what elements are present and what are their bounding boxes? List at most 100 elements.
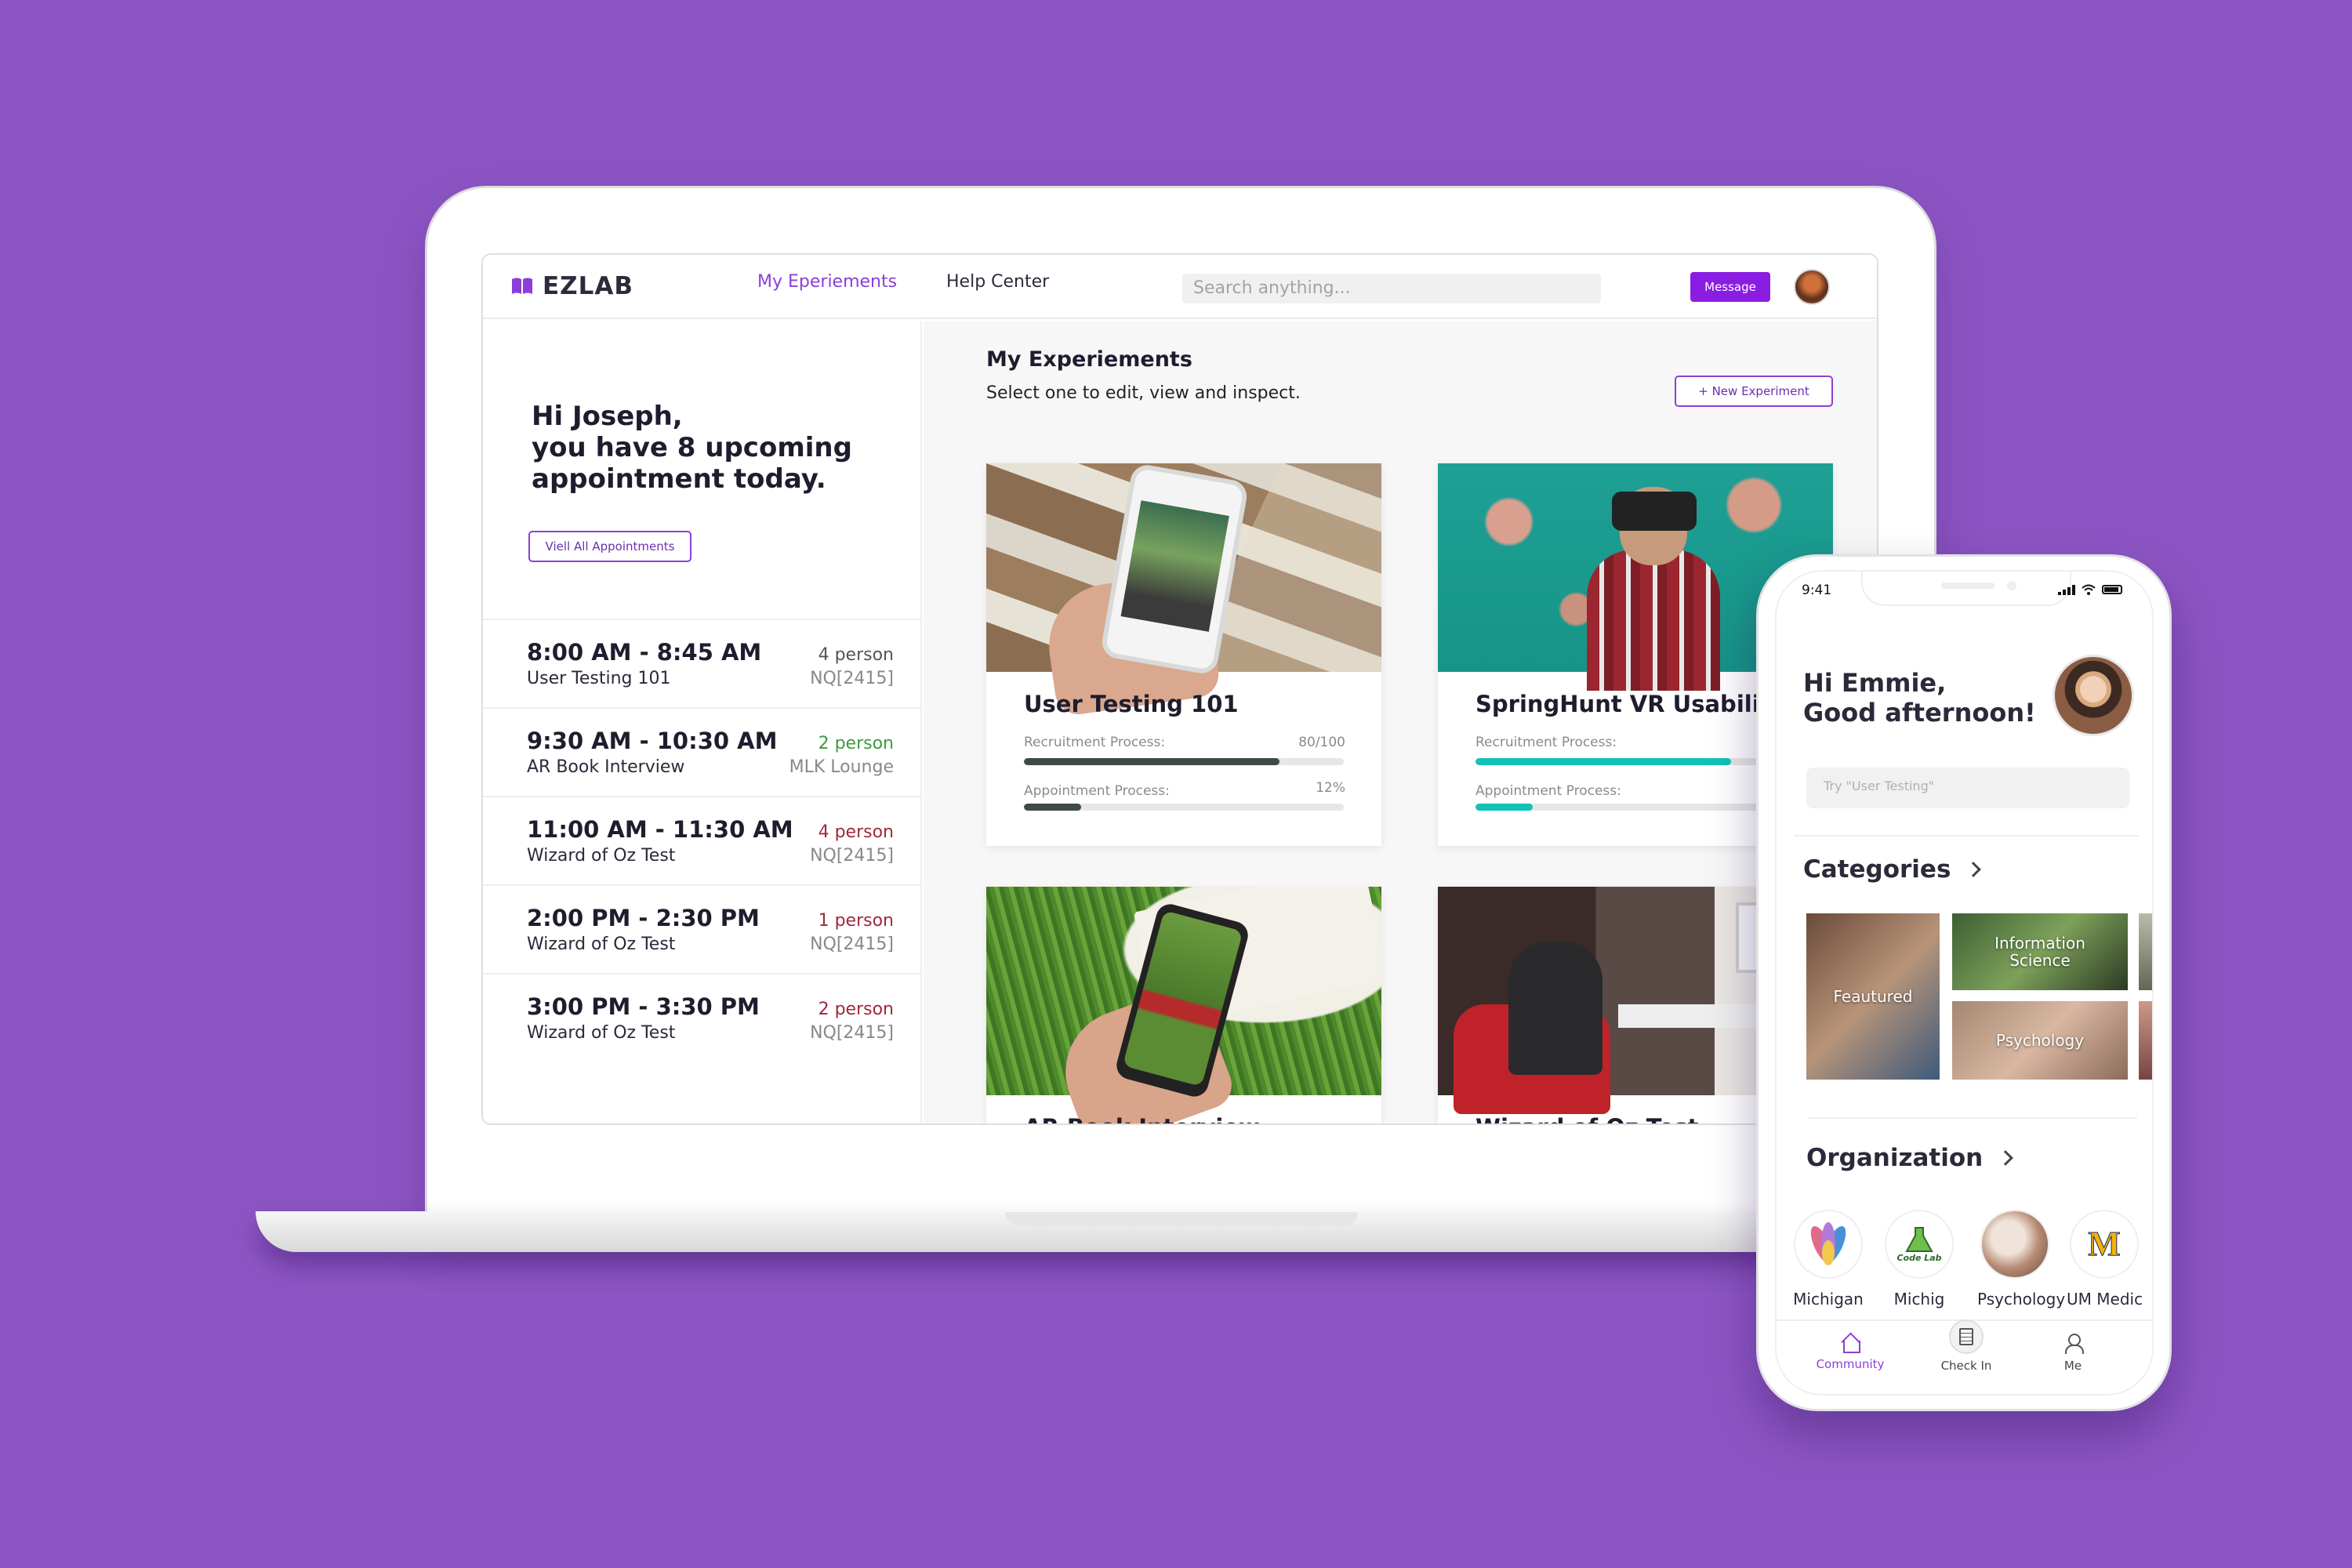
appointment-item[interactable]: 3:00 PM - 3:30 PM Wizard of Oz Test 2 pe… [483, 973, 922, 1062]
appointment-location: MLK Lounge [789, 757, 894, 777]
top-navigation: EZLAB My Eperiements Help Center Search … [483, 255, 1877, 319]
recruitment-progress [1475, 758, 1795, 765]
appointment-name: Wizard of Oz Test [527, 846, 676, 866]
category-tile[interactable] [2139, 1001, 2152, 1080]
michigan-m-logo: M [2088, 1225, 2122, 1263]
organization-item[interactable]: M UM Medic [2067, 1210, 2143, 1308]
appointment-location: NQ[2415] [810, 846, 894, 866]
appointment-location: NQ[2415] [810, 935, 894, 954]
tab-me[interactable]: Me [2026, 1334, 2120, 1373]
tab-community[interactable]: Community [1803, 1334, 1897, 1371]
greeting: Hi Joseph, you have 8 upcoming appointme… [532, 401, 892, 495]
appointment-label: Appointment Process: [1024, 783, 1170, 799]
organization-logo [1980, 1210, 2049, 1279]
signal-icon [2058, 584, 2075, 595]
category-label: Feautured [1833, 987, 1913, 1006]
page-subtitle: Select one to edit, view and inspect. [986, 383, 1301, 403]
organization-logo [1794, 1210, 1863, 1279]
appointment-count: 2 person [818, 734, 894, 753]
appointment-value: 12% [1316, 780, 1345, 796]
logo[interactable]: EZLAB [511, 272, 633, 300]
code-lab-logo-text: Code Lab [1896, 1252, 1942, 1263]
phone-notch [1861, 572, 2071, 606]
organization-logo: Code Lab [1885, 1210, 1954, 1279]
category-tile[interactable]: Psychology [1952, 1001, 2128, 1080]
experiment-title: User Testing 101 [1024, 691, 1239, 717]
nav-my-experiments[interactable]: My Eperiements [757, 272, 897, 292]
appointment-item[interactable]: 11:00 AM - 11:30 AM Wizard of Oz Test 4 … [483, 796, 922, 884]
appointment-time: 9:30 AM - 10:30 AM [527, 728, 778, 754]
appointment-item[interactable]: 2:00 PM - 2:30 PM Wizard of Oz Test 1 pe… [483, 884, 922, 973]
avatar[interactable] [2053, 655, 2134, 736]
recruitment-value: 80/100 [1298, 735, 1345, 750]
new-experiment-button[interactable]: + New Experiment [1675, 376, 1833, 407]
appointment-item[interactable]: 9:30 AM - 10:30 AM AR Book Interview 2 p… [483, 707, 922, 796]
category-label: Psychology [1995, 1031, 2085, 1050]
appointment-progress [1475, 804, 1795, 811]
appointment-count: 4 person [818, 645, 894, 665]
recruitment-progress [1024, 758, 1344, 765]
experiments-area: My Experiements Select one to edit, view… [924, 321, 1877, 1123]
chevron-right-icon [1998, 1150, 2014, 1166]
experiment-card[interactable]: User Testing 101 Recruitment Process: 80… [986, 463, 1381, 846]
divider [1808, 1117, 2137, 1119]
organization-item[interactable]: Psychology [1977, 1210, 2066, 1308]
experiment-card[interactable]: AR Book Interview [986, 887, 1381, 1123]
view-all-appointments-button[interactable]: Viell All Appointments [528, 531, 691, 562]
appointment-count: 4 person [818, 822, 894, 842]
chevron-right-icon [1965, 862, 1982, 877]
organization-name: Psychology [1977, 1290, 2066, 1308]
logo-text: EZLAB [543, 272, 634, 300]
status-icons [2058, 584, 2122, 595]
tab-check-in[interactable]: Check In [1919, 1319, 2013, 1373]
battery-icon [2102, 585, 2122, 594]
greeting-text: Hi Joseph, you have 8 upcoming appointme… [532, 401, 852, 495]
tab-bar: Community Check In Me [1777, 1319, 2152, 1394]
category-tile[interactable] [2139, 913, 2152, 990]
category-label: Information Science [1994, 934, 2085, 970]
phone-screen: 9:41 Hi Emmie, Good afternoon! Try "User… [1775, 570, 2154, 1396]
category-tile[interactable]: Information Science [1952, 913, 2128, 990]
appointment-progress-fill [1475, 804, 1534, 811]
appointment-time: 3:00 PM - 3:30 PM [527, 993, 760, 1020]
recruitment-progress-fill [1024, 758, 1280, 765]
tab-label: Me [2063, 1359, 2082, 1373]
nav-help-center[interactable]: Help Center [946, 272, 1049, 292]
laptop-notch [1005, 1212, 1358, 1226]
appointment-name: User Testing 101 [527, 669, 671, 688]
flask-icon [1905, 1226, 1933, 1252]
organization-item[interactable]: Code Lab Michig [1882, 1210, 1957, 1308]
appointment-time: 11:00 AM - 11:30 AM [527, 816, 793, 843]
appointment-count: 2 person [818, 1000, 894, 1019]
appointment-time: 2:00 PM - 2:30 PM [527, 905, 760, 931]
person-icon [2064, 1334, 2084, 1354]
tab-label: Check In [1940, 1359, 1992, 1373]
appointment-progress [1024, 804, 1344, 811]
petal-logo-icon [1810, 1222, 1846, 1265]
organization-item[interactable]: Michigan [1791, 1210, 1866, 1308]
status-time: 9:41 [1802, 583, 1832, 598]
organization-name: UM Medic [2067, 1290, 2143, 1308]
experiment-title: SpringHunt VR Usability [1475, 691, 1786, 717]
tab-label: Community [1816, 1357, 1885, 1371]
appointment-time: 8:00 AM - 8:45 AM [527, 639, 762, 666]
recruitment-progress-fill [1475, 758, 1732, 765]
wifi-icon [2082, 584, 2096, 595]
checklist-icon [1949, 1319, 1984, 1354]
laptop-screen: EZLAB My Eperiements Help Center Search … [481, 253, 1878, 1125]
search-input[interactable]: Try "User Testing" [1806, 768, 2129, 808]
avatar[interactable] [1794, 269, 1830, 305]
divider [1794, 835, 2139, 837]
appointment-count: 1 person [818, 911, 894, 931]
organization-name: Michig [1893, 1290, 1945, 1308]
categories-header[interactable]: Categories [1803, 855, 1982, 884]
search-input[interactable]: Search anything... [1182, 274, 1601, 303]
organization-header[interactable]: Organization [1806, 1144, 2014, 1172]
recruitment-label: Recruitment Process: [1024, 735, 1166, 750]
home-icon [1840, 1334, 1860, 1353]
category-tile[interactable]: Feautured [1806, 913, 1940, 1080]
recruitment-label: Recruitment Process: [1475, 735, 1617, 750]
appointment-item[interactable]: 8:00 AM - 8:45 AM User Testing 101 4 per… [483, 619, 922, 707]
message-button[interactable]: Message [1690, 272, 1770, 302]
appointment-progress-fill [1024, 804, 1082, 811]
